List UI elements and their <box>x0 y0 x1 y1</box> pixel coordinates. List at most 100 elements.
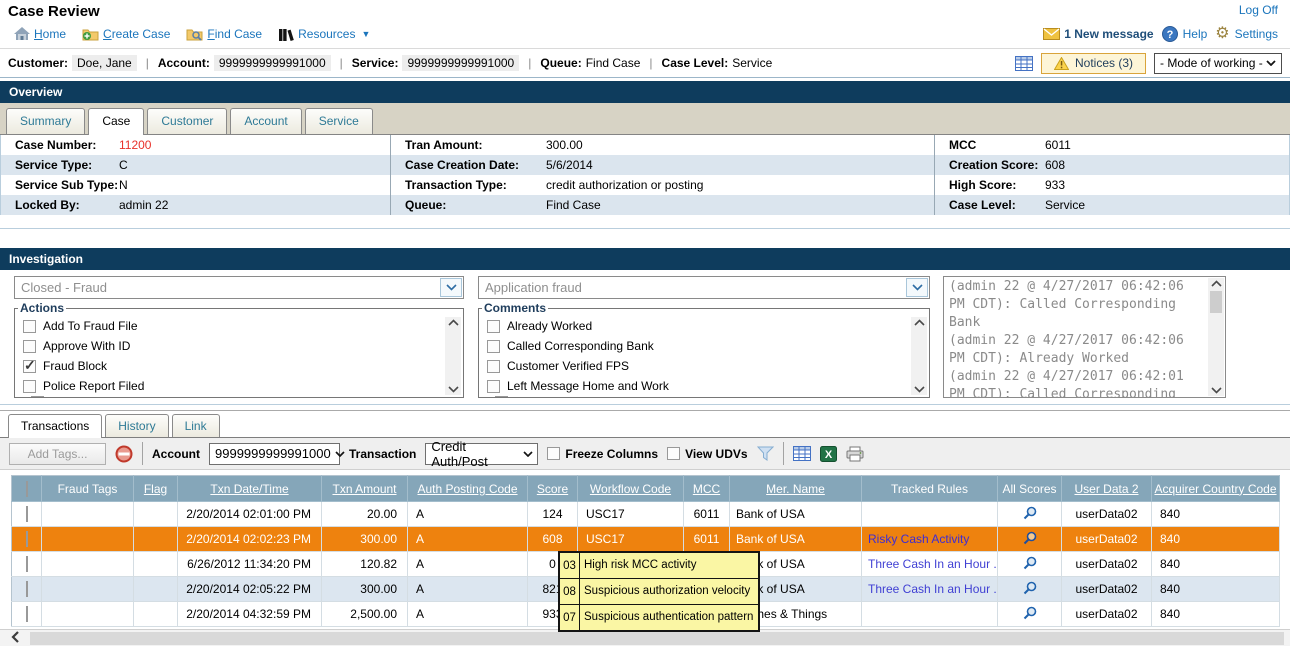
rule-text: High risk MCC activity <box>580 553 698 578</box>
account-select[interactable]: 9999999999991000 <box>209 443 340 465</box>
mode-of-working-select[interactable]: - Mode of working - <box>1154 53 1282 74</box>
print-icon[interactable] <box>846 446 864 462</box>
comment-left-message-home-and-work[interactable]: Left Message Home and Work <box>487 376 907 396</box>
scrollbar-thumb[interactable] <box>30 632 1284 645</box>
nav-home[interactable]: Home <box>14 27 66 41</box>
col-flag[interactable]: Flag <box>134 476 178 502</box>
tab-case[interactable]: Case <box>88 108 144 135</box>
checkbox[interactable] <box>23 340 36 353</box>
notices-button[interactable]: Notices (3) <box>1041 53 1146 74</box>
tab-transactions[interactable]: Transactions <box>8 414 102 438</box>
checkbox[interactable] <box>667 447 680 460</box>
chevron-down-icon[interactable] <box>440 278 462 297</box>
nav-find-case[interactable]: Find Case <box>186 27 262 41</box>
tab-customer[interactable]: Customer <box>147 108 227 134</box>
action-approve-with-id[interactable]: Approve With ID <box>23 336 441 356</box>
tab-summary[interactable]: Summary <box>6 108 85 134</box>
status-select[interactable]: Closed - Fraud <box>14 276 464 299</box>
row-checkbox[interactable] <box>26 506 28 522</box>
action-fraud-block[interactable]: Fraud Block <box>23 356 441 376</box>
cell-fraud-tags <box>42 577 134 602</box>
col-acquirer-country-code[interactable]: Acquirer Country Code <box>1152 476 1280 502</box>
col-workflow-code[interactable]: Workflow Code <box>578 476 684 502</box>
tracked-rule-link[interactable]: Three Cash In an Hour ... <box>868 557 998 571</box>
checkbox[interactable] <box>23 380 36 393</box>
magnifier-icon[interactable] <box>1023 606 1037 620</box>
scroll-left-button[interactable] <box>0 631 30 646</box>
comment-already-worked[interactable]: Already Worked <box>487 316 907 336</box>
home-icon <box>14 27 30 41</box>
row-checkbox[interactable] <box>26 556 28 572</box>
view-udvs-checkbox[interactable]: View UDVs <box>667 447 747 461</box>
fraud-type-select[interactable]: Application fraud <box>478 276 930 299</box>
cell-flag <box>134 552 178 577</box>
tracked-rule-link[interactable]: Risky Cash Activity <box>868 532 969 546</box>
new-message-link[interactable]: 1 New message <box>1043 27 1153 41</box>
checkbox[interactable] <box>547 447 560 460</box>
log-scrollbar[interactable] <box>1208 278 1224 396</box>
help-link[interactable]: ? Help <box>1162 26 1208 42</box>
checkbox[interactable] <box>487 320 500 333</box>
excel-export-icon[interactable]: X <box>820 446 837 462</box>
nav-resources[interactable]: Resources ▼ <box>278 27 370 41</box>
actions-scrollbar[interactable] <box>445 317 461 395</box>
col-txn-amount[interactable]: Txn Amount <box>322 476 408 502</box>
grid-view-icon[interactable] <box>793 446 811 461</box>
nav-right: 1 New message ? Help ⚙ Settings <box>1043 26 1278 42</box>
scrollbar-thumb[interactable] <box>1210 291 1222 313</box>
divider: | <box>146 56 149 70</box>
checkbox[interactable] <box>487 380 500 393</box>
transaction-select[interactable]: Credit Auth/Post <box>425 443 538 465</box>
tab-link[interactable]: Link <box>172 414 220 437</box>
cell-workflow-code: USC17 <box>578 527 684 552</box>
tab-history[interactable]: History <box>105 414 168 437</box>
field-queue: Queue:Find Case <box>391 195 934 215</box>
comment-called-corresponding-bank[interactable]: Called Corresponding Bank <box>487 336 907 356</box>
filter-icon[interactable] <box>757 446 774 461</box>
transactions-toolbar: Add Tags... Account 9999999999991000 Tra… <box>0 438 1290 470</box>
select-all-checkbox[interactable] <box>26 481 28 497</box>
col-user-data-2[interactable]: User Data 2 <box>1062 476 1152 502</box>
add-tags-button[interactable]: Add Tags... <box>9 443 106 465</box>
col-mer-name[interactable]: Mer. Name <box>730 476 862 502</box>
checkbox[interactable] <box>487 340 500 353</box>
cell-txn-amount: 300.00 <box>322 577 408 602</box>
col-all-scores[interactable]: All Scores <box>998 476 1062 502</box>
cell-flag <box>134 577 178 602</box>
col-tracked-rules[interactable]: Tracked Rules <box>862 476 998 502</box>
col-fraud-tags[interactable]: Fraud Tags <box>42 476 134 502</box>
action-police-report-filed[interactable]: Police Report Filed <box>23 376 441 396</box>
settings-link[interactable]: ⚙ Settings <box>1215 26 1278 42</box>
comment-customer-verified-fps[interactable]: Customer Verified FPS <box>487 356 907 376</box>
row-checkbox[interactable] <box>26 531 28 547</box>
checkbox[interactable] <box>23 360 36 373</box>
comments-scrollbar[interactable] <box>911 317 927 395</box>
freeze-columns-checkbox[interactable]: Freeze Columns <box>547 447 658 461</box>
log-off-link[interactable]: Log Off <box>1239 3 1278 17</box>
stop-icon[interactable] <box>115 445 133 463</box>
magnifier-icon[interactable] <box>1023 531 1037 545</box>
checkbox[interactable] <box>23 320 36 333</box>
row-checkbox[interactable] <box>26 581 28 597</box>
tracked-rule-link[interactable]: Three Cash In an Hour ... <box>868 582 998 596</box>
col-txn-date[interactable]: Txn Date/Time <box>178 476 322 502</box>
tab-service[interactable]: Service <box>305 108 373 134</box>
magnifier-icon[interactable] <box>1023 506 1037 520</box>
grid-icon[interactable] <box>1015 56 1033 71</box>
col-mcc[interactable]: MCC <box>684 476 730 502</box>
cell-fraud-tags <box>42 602 134 627</box>
magnifier-icon[interactable] <box>1023 581 1037 595</box>
tab-account[interactable]: Account <box>230 108 301 134</box>
warning-icon <box>1054 57 1069 70</box>
row-checkbox[interactable] <box>26 606 28 622</box>
checkbox[interactable] <box>487 360 500 373</box>
col-auth-posting-code[interactable]: Auth Posting Code <box>408 476 528 502</box>
chevron-down-icon[interactable] <box>906 278 928 297</box>
col-score[interactable]: Score <box>528 476 578 502</box>
action-add-to-fraud-file[interactable]: Add To Fraud File <box>23 316 441 336</box>
nav-create-case[interactable]: Create Case <box>82 27 170 41</box>
field-mcc: MCC6011 <box>935 135 1289 155</box>
magnifier-icon[interactable] <box>1023 556 1037 570</box>
cell-tracked-rules <box>862 502 998 527</box>
select-all-header[interactable] <box>12 476 42 502</box>
